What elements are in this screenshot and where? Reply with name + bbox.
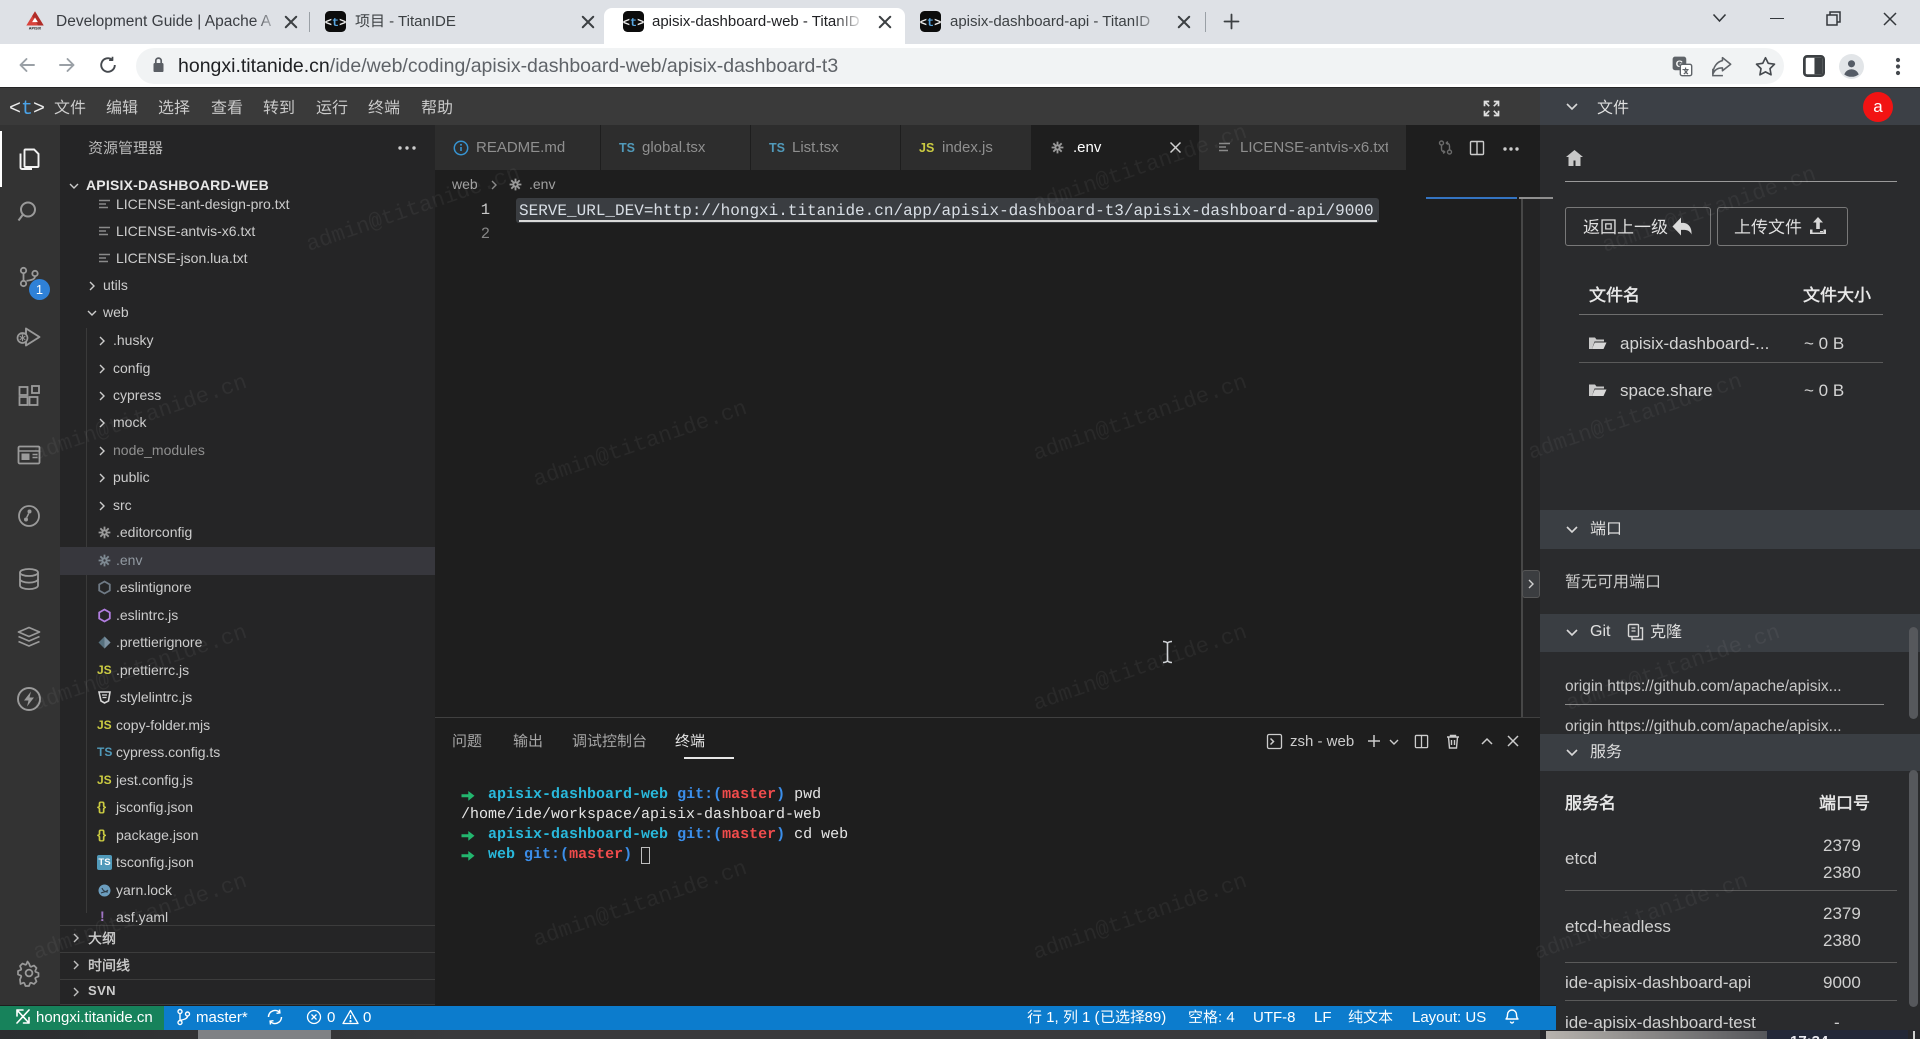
svg-text:<t>: <t> [920, 16, 941, 30]
svg-text:<t>: <t> [325, 16, 346, 30]
svg-text:<t>: <t> [623, 16, 644, 30]
svg-text:APISIX: APISIX [29, 27, 42, 30]
